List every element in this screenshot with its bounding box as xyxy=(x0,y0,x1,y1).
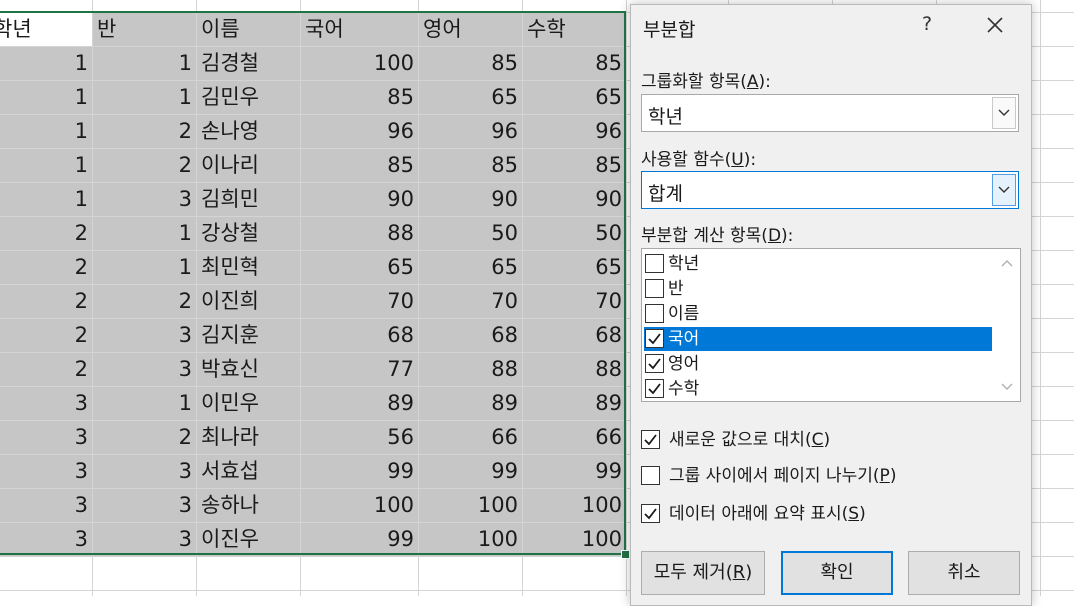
checkbox[interactable] xyxy=(645,379,664,398)
group-by-dropdown-button[interactable] xyxy=(992,97,1016,129)
option-label: 그룹 사이에서 페이지 나누기(P) xyxy=(669,466,897,486)
group-by-label: 그룹화할 항목(A): xyxy=(641,72,771,92)
checkbox[interactable] xyxy=(645,329,664,348)
column-list-item-label: 반 xyxy=(668,279,684,299)
ok-button[interactable]: 확인 xyxy=(781,551,893,595)
column-list-item-label: 영어 xyxy=(668,354,700,374)
column-list-item[interactable]: 영어 xyxy=(644,352,992,376)
dialog-title: 부분합 xyxy=(643,19,696,41)
option-label: 새로운 값으로 대치(C) xyxy=(669,430,831,450)
checkbox[interactable] xyxy=(645,304,664,323)
checkbox[interactable] xyxy=(641,466,660,485)
column-list-item-label: 이름 xyxy=(668,304,700,324)
group-by-value: 학년 xyxy=(648,106,683,128)
close-button[interactable] xyxy=(981,11,1009,39)
group-by-select[interactable]: 학년 xyxy=(641,94,1019,132)
checkbox[interactable] xyxy=(645,354,664,373)
cancel-button[interactable]: 취소 xyxy=(908,551,1020,595)
column-list-item[interactable]: 반 xyxy=(644,277,992,301)
column-list-item-label: 학년 xyxy=(668,254,700,274)
checkbox[interactable] xyxy=(641,504,660,523)
checkmark-icon xyxy=(648,333,661,345)
option-checkbox-row[interactable]: 그룹 사이에서 페이지 나누기(P) xyxy=(641,464,1001,488)
column-list-item[interactable]: 수학 xyxy=(644,377,992,401)
checkbox[interactable] xyxy=(641,430,660,449)
checkmark-icon xyxy=(644,434,657,446)
chevron-down-icon xyxy=(998,109,1010,116)
checkmark-icon xyxy=(648,383,661,395)
selection-border xyxy=(0,11,626,555)
option-checkbox-row[interactable]: 데이터 아래에 요약 표시(S) xyxy=(641,502,1001,526)
subtotal-columns-list[interactable]: 학년반이름국어영어수학 xyxy=(641,248,1021,402)
column-list-item-label: 국어 xyxy=(668,329,700,349)
function-value: 합계 xyxy=(648,183,683,205)
gridline xyxy=(626,0,627,596)
remove-all-button[interactable]: 모두 제거(R) xyxy=(641,551,765,595)
subtotal-dialog: 부분합 ? 그룹화할 항목(A): 학년 사용할 함수(U): 합계 부분합 계… xyxy=(630,4,1032,606)
function-label: 사용할 함수(U): xyxy=(641,150,757,170)
fill-handle[interactable] xyxy=(621,550,630,559)
column-list-item-label: 수학 xyxy=(668,379,700,399)
checkbox[interactable] xyxy=(645,279,664,298)
scroll-down-icon[interactable] xyxy=(998,377,1016,395)
chevron-down-icon xyxy=(998,186,1010,193)
option-label: 데이터 아래에 요약 표시(S) xyxy=(669,504,866,524)
function-select[interactable]: 합계 xyxy=(641,171,1019,209)
column-list-item[interactable]: 국어 xyxy=(644,327,992,351)
column-list-item[interactable]: 이름 xyxy=(644,302,992,326)
checkbox[interactable] xyxy=(645,254,664,273)
function-dropdown-button[interactable] xyxy=(992,174,1016,206)
checkmark-icon xyxy=(648,358,661,370)
option-checkbox-row[interactable]: 새로운 값으로 대치(C) xyxy=(641,428,1001,452)
scroll-up-icon[interactable] xyxy=(998,255,1016,273)
column-list-item[interactable]: 학년 xyxy=(644,252,992,276)
columns-label: 부분합 계산 항목(D): xyxy=(641,226,794,246)
gridline xyxy=(1040,0,1041,596)
help-button[interactable]: ? xyxy=(916,13,938,39)
checkmark-icon xyxy=(644,508,657,520)
close-icon xyxy=(987,17,1003,33)
